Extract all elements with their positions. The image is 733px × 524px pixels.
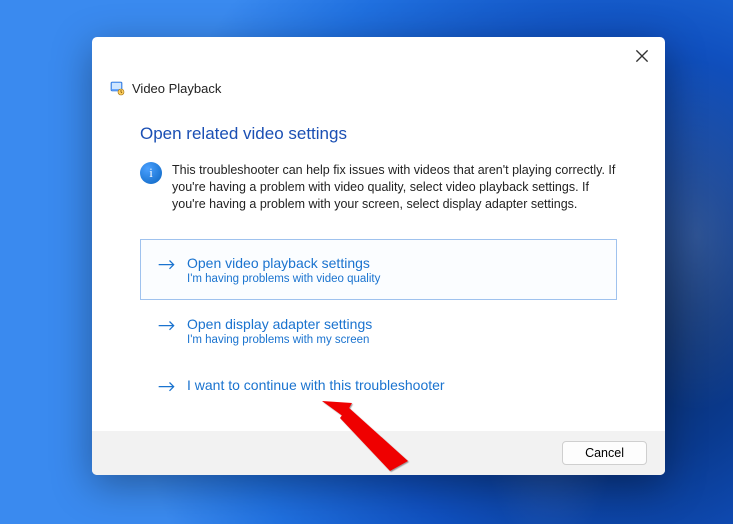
dialog-title: Video Playback [132, 81, 221, 96]
option-title: Open video playback settings [187, 254, 380, 272]
option-list: Open video playback settings I'm having … [140, 239, 617, 411]
close-button[interactable] [633, 47, 651, 65]
option-title: I want to continue with this troubleshoo… [187, 376, 445, 394]
dialog-content: Open related video settings i This troub… [92, 96, 665, 431]
dialog-title-row: Video Playback [92, 37, 665, 96]
arrow-right-icon [157, 317, 177, 335]
option-subtitle: I'm having problems with video quality [187, 273, 380, 285]
option-open-video-playback-settings[interactable]: Open video playback settings I'm having … [140, 239, 617, 300]
troubleshooter-icon [110, 80, 126, 96]
option-continue-troubleshooter[interactable]: I want to continue with this troubleshoo… [140, 361, 617, 411]
info-text: This troubleshooter can help fix issues … [172, 162, 617, 213]
info-row: i This troubleshooter can help fix issue… [140, 162, 617, 213]
option-title: Open display adapter settings [187, 315, 372, 333]
dialog-footer: Cancel [92, 431, 665, 475]
option-open-display-adapter-settings[interactable]: Open display adapter settings I'm having… [140, 300, 617, 361]
troubleshooter-dialog: Video Playback Open related video settin… [92, 37, 665, 475]
cancel-button[interactable]: Cancel [562, 441, 647, 465]
option-subtitle: I'm having problems with my screen [187, 334, 372, 346]
page-heading: Open related video settings [140, 124, 617, 144]
arrow-right-icon [157, 256, 177, 274]
arrow-right-icon [157, 378, 177, 396]
info-icon: i [140, 162, 162, 184]
